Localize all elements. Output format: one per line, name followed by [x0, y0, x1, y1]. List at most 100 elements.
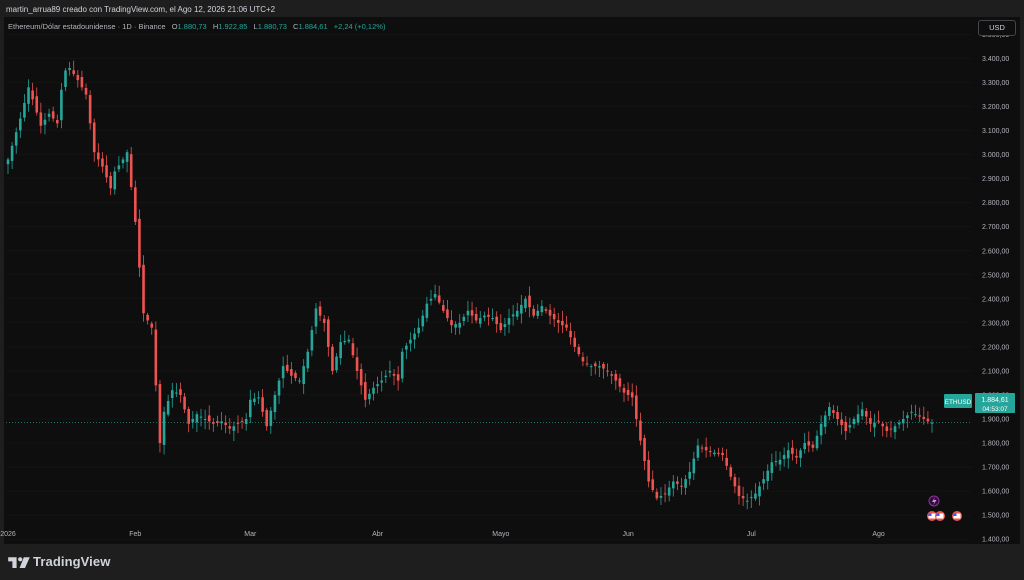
- candle-body: [901, 419, 905, 424]
- brand-name: TradingView: [33, 554, 111, 569]
- candle-body: [906, 415, 909, 419]
- candle-body: [351, 343, 355, 356]
- candle-body: [60, 89, 63, 121]
- candle-body: [224, 422, 227, 426]
- time-tick-label: Feb: [129, 531, 141, 538]
- candle-body: [55, 120, 59, 124]
- candle-body: [109, 175, 112, 189]
- candle-body: [750, 497, 753, 499]
- candle-body: [774, 461, 778, 463]
- candle-body: [622, 388, 626, 393]
- candle-body: [491, 318, 494, 320]
- price-tick-label: 2.400,00: [982, 296, 1009, 303]
- time-tick-label: 2026: [0, 531, 16, 538]
- candle-body: [101, 158, 104, 167]
- price-axis[interactable]: 1.400,00 1.500,00 1.600,00 1.700,00 1.800,00…: [982, 32, 1009, 544]
- candle-body: [688, 471, 692, 479]
- candle-body: [277, 380, 281, 396]
- candle-body: [19, 118, 22, 131]
- candle-body: [897, 422, 901, 425]
- candle-body: [552, 314, 556, 320]
- candle-body: [170, 390, 174, 399]
- price-tag-value: 1.884,61: [981, 397, 1008, 404]
- symbol-tag-label: ETHUSD: [945, 399, 972, 406]
- candle-body: [885, 426, 889, 432]
- price-tick-label: 1.600,00: [982, 489, 1009, 496]
- candle-body: [175, 392, 178, 394]
- candle-body: [462, 316, 466, 322]
- candle-body: [548, 309, 552, 316]
- candle-body: [257, 397, 260, 399]
- price-tick-label: 2.300,00: [982, 320, 1009, 327]
- candle-body: [142, 264, 145, 314]
- change-value: +2,24 (+0,12%): [333, 22, 386, 31]
- candle-body: [515, 310, 519, 317]
- candle-body: [536, 310, 540, 316]
- candle-body: [610, 374, 613, 376]
- candle-body: [791, 447, 794, 454]
- candle-body: [355, 357, 359, 371]
- candle-body: [413, 333, 416, 340]
- candle-body: [511, 314, 515, 317]
- candle-body: [869, 417, 872, 424]
- candle-body: [76, 75, 80, 81]
- time-axis[interactable]: 2026 Feb Mar Abr Mayo Jun Jul Ago: [0, 531, 885, 538]
- candle-body: [713, 452, 716, 455]
- candle-body: [322, 318, 326, 323]
- us-flag-canton: [928, 513, 932, 516]
- time-tick-label: Mayo: [492, 531, 509, 538]
- candle-body: [782, 455, 786, 460]
- candle-body: [429, 298, 433, 301]
- open-value: 1.880,73: [177, 22, 207, 31]
- candle-body: [343, 340, 347, 343]
- candle-body: [281, 366, 285, 379]
- candle-body: [294, 372, 297, 379]
- candle-body: [725, 457, 728, 466]
- candle-body: [807, 441, 811, 446]
- candle-body: [593, 363, 597, 367]
- price-tick-label: 2.200,00: [982, 344, 1009, 351]
- candle-body: [84, 87, 88, 95]
- candle-body: [310, 330, 314, 351]
- candle-body: [914, 414, 917, 416]
- candle-body: [671, 481, 675, 489]
- candle-body: [466, 310, 470, 316]
- time-tick-label: Mar: [244, 531, 257, 538]
- candle-body: [565, 324, 568, 328]
- candle-body: [528, 295, 531, 308]
- candle-body: [244, 419, 248, 425]
- us-flag-canton: [936, 513, 940, 516]
- candle-body: [327, 319, 330, 347]
- candle-body: [232, 426, 236, 431]
- candlestick-chart[interactable]: 1.400,00 1.500,00 1.600,00 1.700,00 1.800,00…: [0, 0, 1024, 580]
- brand-logo[interactable]: TradingView: [8, 554, 110, 569]
- event-markers[interactable]: [927, 495, 962, 521]
- currency-button[interactable]: USD: [978, 20, 1016, 36]
- price-tick-label: 3.300,00: [982, 80, 1009, 87]
- candle-body: [635, 395, 638, 420]
- candle-body: [745, 500, 749, 502]
- candle-body: [487, 314, 490, 317]
- candle-body: [80, 77, 84, 88]
- candle-body: [922, 416, 926, 420]
- price-tick-label: 1.900,00: [982, 417, 1009, 424]
- time-tick-label: Jun: [622, 531, 633, 538]
- candle-body: [643, 438, 646, 462]
- candle-body: [930, 422, 934, 424]
- candle-body: [540, 306, 544, 313]
- candle-body: [811, 444, 815, 448]
- candle-body: [417, 327, 420, 334]
- candle-body: [298, 380, 301, 382]
- candle-body: [478, 318, 482, 324]
- candle-body: [856, 414, 860, 423]
- candle-body: [396, 374, 400, 381]
- candle-body: [729, 467, 733, 477]
- candle-body: [27, 87, 30, 104]
- candle-body: [910, 411, 913, 413]
- candle-body: [651, 479, 655, 490]
- candle-body: [754, 493, 757, 499]
- candle-body: [532, 308, 535, 316]
- price-tick-label: 3.100,00: [982, 128, 1009, 135]
- candle-body: [524, 298, 527, 309]
- candle-body: [228, 426, 232, 429]
